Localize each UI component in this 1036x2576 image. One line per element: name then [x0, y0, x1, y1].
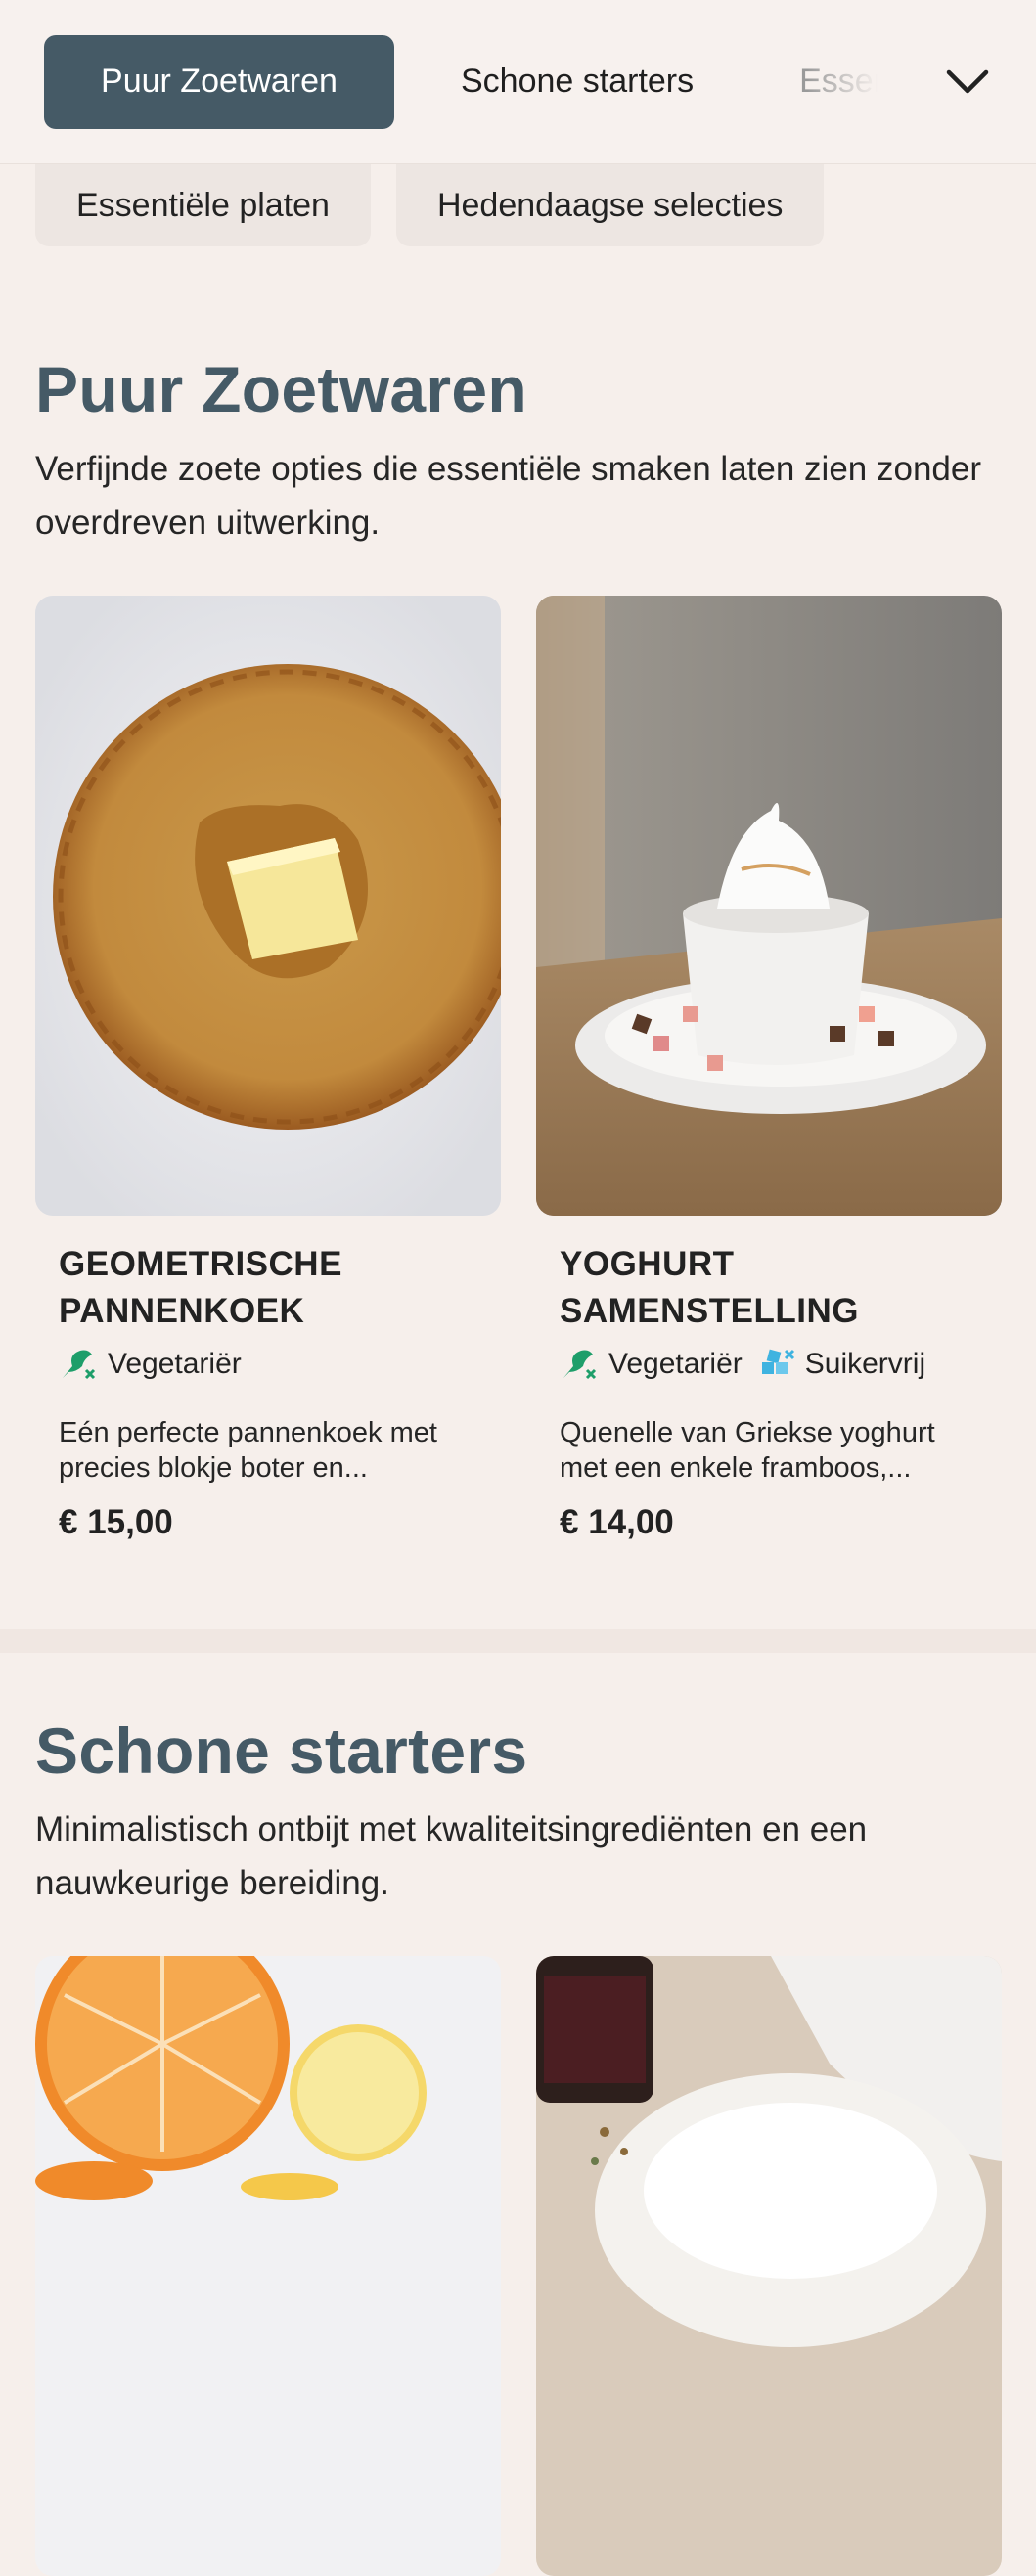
item-price: € 15,00	[59, 1503, 173, 1541]
item-name: GEOMETRISCHE PANNENKOEK	[59, 1245, 342, 1330]
tag-sugar-free: Suikervrij	[760, 1347, 925, 1382]
item-tags: Vegetariër	[59, 1347, 242, 1382]
section-title: Puur Zoetwaren	[35, 353, 527, 425]
tab-essentiele-platen[interactable]: Essentiële platen	[760, 35, 878, 129]
citrus-image	[35, 1956, 501, 2576]
tag-label: Vegetariër	[608, 1348, 743, 1380]
section-divider	[0, 1629, 1036, 1653]
item-description: Quenelle van Griekse yoghurt met een enk…	[560, 1417, 935, 1484]
pancake-image	[35, 596, 501, 1216]
menu-item-card[interactable]	[35, 1956, 501, 2576]
chevron-down-icon	[946, 69, 989, 93]
expand-categories-button[interactable]	[938, 52, 997, 111]
tag-vegetarian: Vegetariër	[560, 1347, 743, 1382]
tag-label: Vegetariër	[108, 1348, 242, 1380]
vegetarian-icon	[63, 1350, 96, 1380]
item-description: Eén perfecte pannenkoek met precies blok…	[59, 1417, 437, 1484]
tag-label: Suikervrij	[804, 1348, 926, 1380]
menu-item-card[interactable]: GEOMETRISCHE PANNENKOEK Vegetariër Eén p…	[35, 596, 501, 1541]
chip-hedendaagse-selecties[interactable]: Hedendaagse selecties	[395, 164, 825, 246]
menu-item-card[interactable]: YOGHURT SAMENSTELLING Vegetariër Suikerv…	[536, 596, 1002, 1541]
breakfast-plate-image	[536, 1956, 1002, 2576]
tag-vegetarian: Vegetariër	[59, 1347, 242, 1382]
chip-essentiele-platen[interactable]: Essentiële platen	[35, 164, 371, 246]
section-description: Verfijnde zoete opties die essentiële sm…	[35, 450, 981, 542]
tab-schone-starters[interactable]: Schone starters	[422, 35, 733, 129]
sugar-free-icon	[761, 1349, 794, 1374]
tab-puur-zoetwaren[interactable]: Puur Zoetwaren	[44, 34, 394, 129]
item-name: YOGHURT SAMENSTELLING	[560, 1245, 859, 1330]
item-tags: Vegetariër Suikervrij	[560, 1347, 925, 1382]
section-title: Schone starters	[35, 1714, 528, 1787]
item-price: € 14,00	[560, 1503, 674, 1541]
vegetarian-icon	[563, 1350, 597, 1380]
menu-item-card[interactable]	[536, 1956, 1002, 2576]
category-tab-bar: Puur Zoetwaren Schone starters Essentiël…	[0, 0, 1036, 164]
category-chips: Essentiële platen Hedendaagse selecties	[35, 164, 825, 246]
section-description: Minimalistisch ontbijt met kwaliteitsing…	[35, 1810, 868, 1902]
yoghurt-image	[536, 596, 1002, 1216]
